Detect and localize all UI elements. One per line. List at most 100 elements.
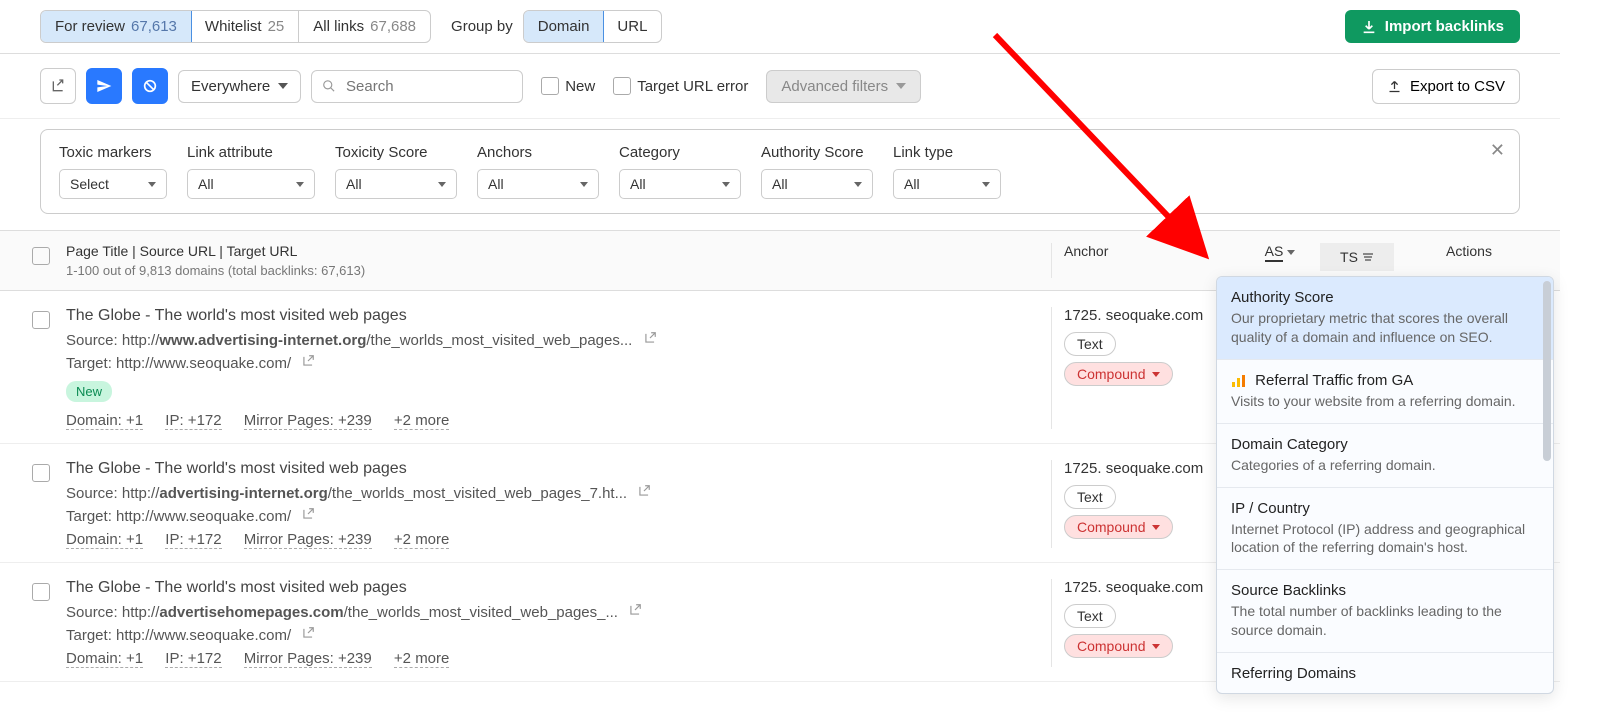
- filter-select[interactable]: All: [477, 169, 599, 199]
- metric-domain[interactable]: Domain: +1: [66, 412, 143, 430]
- block-button[interactable]: [132, 68, 168, 104]
- popover-item-desc: Categories of a referring domain.: [1231, 456, 1539, 475]
- metric-ip[interactable]: IP: +172: [165, 412, 221, 430]
- close-filters-button[interactable]: ✕: [1490, 140, 1505, 161]
- filter-authority-score: Authority Score All: [761, 144, 873, 199]
- button-label: Export to CSV: [1410, 78, 1505, 95]
- popover-item-authority-score[interactable]: Authority Score Our proprietary metric t…: [1217, 277, 1553, 360]
- metric-mirror[interactable]: Mirror Pages: +239: [244, 412, 372, 430]
- popover-item-desc: Visits to your website from a referring …: [1231, 392, 1539, 411]
- metric-ip[interactable]: IP: +172: [165, 531, 221, 549]
- search-box[interactable]: [311, 70, 523, 103]
- column-header-ts[interactable]: TS: [1320, 243, 1394, 271]
- chevron-down-icon: [148, 182, 156, 187]
- metric-more[interactable]: +2 more: [394, 531, 449, 549]
- sort-icon: [1362, 252, 1374, 262]
- checkbox-icon: [32, 464, 50, 482]
- row-source[interactable]: Source: http://advertisehomepages.com/th…: [66, 603, 1041, 621]
- advanced-filters-button[interactable]: Advanced filters: [766, 70, 921, 103]
- column-header-anchor[interactable]: Anchor: [1052, 243, 1240, 259]
- anchor-text: 1725. seoquake.com: [1064, 460, 1240, 477]
- row-source[interactable]: Source: http://advertising-internet.org/…: [66, 484, 1041, 502]
- filter-value: All: [904, 176, 920, 192]
- row-target[interactable]: Target: http://www.seoquake.com/: [66, 354, 1041, 372]
- metric-mirror[interactable]: Mirror Pages: +239: [244, 531, 372, 549]
- tab-whitelist[interactable]: Whitelist 25: [191, 11, 299, 42]
- popover-item-title: Source Backlinks: [1231, 582, 1539, 599]
- row-checkbox[interactable]: [16, 307, 66, 429]
- row-anchor-cell: 1725. seoquake.com Text Compound: [1052, 307, 1240, 429]
- external-link-icon[interactable]: [637, 484, 651, 498]
- upload-icon: [1387, 79, 1402, 94]
- row-metrics: Domain: +1 IP: +172 Mirror Pages: +239 +…: [66, 531, 1041, 548]
- popover-item-domain-category[interactable]: Domain Category Categories of a referrin…: [1217, 424, 1553, 488]
- filter-select[interactable]: All: [893, 169, 1001, 199]
- export-csv-button[interactable]: Export to CSV: [1372, 69, 1520, 104]
- anchor-type-pill[interactable]: Text: [1064, 604, 1116, 628]
- external-link-icon[interactable]: [628, 603, 642, 617]
- search-input[interactable]: [344, 77, 512, 96]
- import-backlinks-button[interactable]: Import backlinks: [1345, 10, 1520, 43]
- popover-item-ip-country[interactable]: IP / Country Internet Protocol (IP) addr…: [1217, 488, 1553, 571]
- filter-value: All: [488, 176, 504, 192]
- filter-label: Link type: [893, 144, 1001, 161]
- top-bar: For review 67,613 Whitelist 25 All links…: [0, 0, 1560, 54]
- row-target[interactable]: Target: http://www.seoquake.com/: [66, 626, 1041, 644]
- metric-domain[interactable]: Domain: +1: [66, 650, 143, 668]
- checkbox-icon: [32, 311, 50, 329]
- target-url-error-checkbox[interactable]: Target URL error: [613, 77, 748, 95]
- export-page-button[interactable]: [40, 68, 76, 104]
- tab-count: 25: [268, 18, 285, 35]
- row-checkbox[interactable]: [16, 579, 66, 667]
- metric-ip[interactable]: IP: +172: [165, 650, 221, 668]
- metric-more[interactable]: +2 more: [394, 412, 449, 430]
- row-target[interactable]: Target: http://www.seoquake.com/: [66, 507, 1041, 525]
- anchor-compound-pill[interactable]: Compound: [1064, 362, 1173, 386]
- metric-more[interactable]: +2 more: [394, 650, 449, 668]
- popover-item-referring-domains[interactable]: Referring Domains: [1217, 653, 1553, 694]
- chevron-down-icon: [896, 83, 906, 89]
- chevron-down-icon: [1152, 525, 1160, 530]
- anchor-type-pill[interactable]: Text: [1064, 332, 1116, 356]
- filter-select[interactable]: All: [187, 169, 315, 199]
- scope-dropdown[interactable]: Everywhere: [178, 70, 301, 103]
- select-all-checkbox[interactable]: [16, 243, 66, 265]
- filter-anchors: Anchors All: [477, 144, 599, 199]
- row-title: The Globe - The world's most visited web…: [66, 307, 1041, 325]
- tab-for-review[interactable]: For review 67,613: [40, 10, 192, 43]
- column-header-title: Page Title | Source URL | Target URL: [66, 243, 1041, 259]
- filter-value: All: [346, 176, 362, 192]
- popover-item-source-backlinks[interactable]: Source Backlinks The total number of bac…: [1217, 570, 1553, 653]
- anchor-compound-pill[interactable]: Compound: [1064, 515, 1173, 539]
- filter-value: All: [772, 176, 788, 192]
- new-checkbox[interactable]: New: [541, 77, 595, 95]
- external-link-icon[interactable]: [301, 626, 315, 640]
- filter-select[interactable]: All: [619, 169, 741, 199]
- group-by-url[interactable]: URL: [603, 11, 661, 42]
- new-badge: New: [66, 381, 112, 402]
- chevron-down-icon: [1152, 644, 1160, 649]
- metric-mirror[interactable]: Mirror Pages: +239: [244, 650, 372, 668]
- filter-toxic-markers: Toxic markers Select: [59, 144, 167, 199]
- external-link-icon[interactable]: [301, 507, 315, 521]
- external-link-icon[interactable]: [301, 354, 315, 368]
- filter-select[interactable]: All: [761, 169, 873, 199]
- filter-select[interactable]: All: [335, 169, 457, 199]
- column-header-as[interactable]: AS: [1240, 243, 1320, 262]
- scrollbar[interactable]: [1543, 281, 1551, 461]
- button-label: Import backlinks: [1385, 18, 1504, 35]
- tab-all-links[interactable]: All links 67,688: [299, 11, 430, 42]
- row-source[interactable]: Source: http://www.advertising-internet.…: [66, 331, 1041, 349]
- group-by-domain[interactable]: Domain: [523, 10, 605, 43]
- popover-item-referral-traffic[interactable]: Referral Traffic from GA Visits to your …: [1217, 360, 1553, 424]
- external-link-icon[interactable]: [643, 331, 657, 345]
- filter-select[interactable]: Select: [59, 169, 167, 199]
- send-button[interactable]: [86, 68, 122, 104]
- metric-domain[interactable]: Domain: +1: [66, 531, 143, 549]
- anchor-compound-pill[interactable]: Compound: [1064, 634, 1173, 658]
- tab-label: Whitelist: [205, 18, 262, 35]
- send-icon: [96, 78, 112, 94]
- anchor-type-pill[interactable]: Text: [1064, 485, 1116, 509]
- row-checkbox[interactable]: [16, 460, 66, 548]
- tab-count: 67,613: [131, 18, 177, 35]
